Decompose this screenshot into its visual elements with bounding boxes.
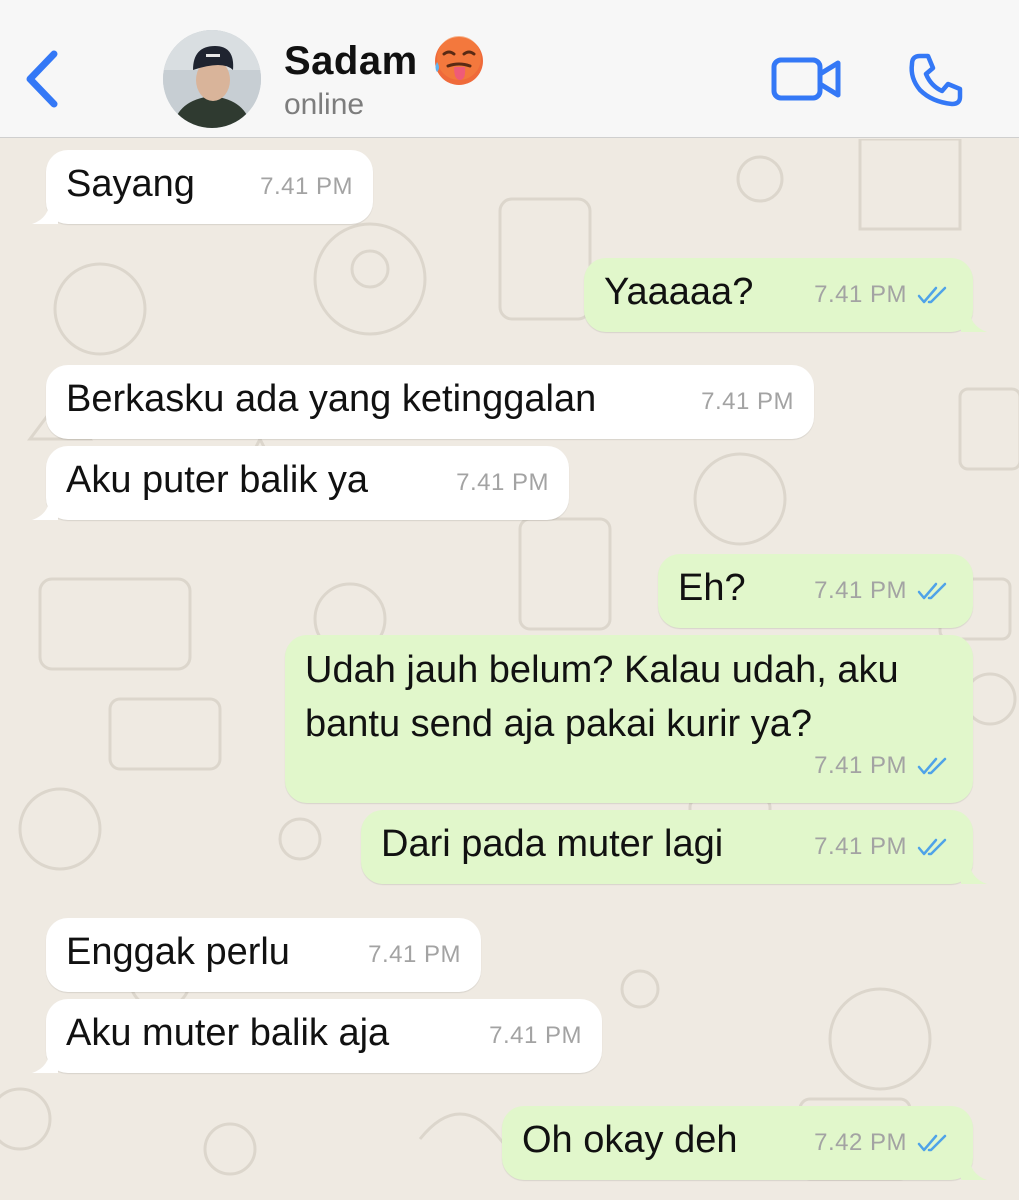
video-call-icon[interactable] (770, 54, 844, 104)
message-time: 7.41 PM (814, 752, 907, 779)
read-double-tick-icon (917, 757, 947, 775)
message-list[interactable]: Sayang 7.41 PM Yaaaaa? 7.41 PM Berkasku … (0, 139, 1019, 1200)
message-bubble-incoming[interactable]: Sayang 7.41 PM (32, 150, 373, 224)
message-bubble-outgoing[interactable]: Yaaaaa? 7.41 PM (584, 258, 987, 332)
contact-name[interactable]: Sadam (284, 39, 418, 84)
hot-face-emoji-icon (434, 36, 483, 85)
message-text: Dari pada muter lagi (381, 823, 724, 865)
message-text: Aku puter balik ya (66, 459, 369, 501)
bubble-tail (32, 198, 58, 224)
message-text-line: Udah jauh belum? Kalau udah, aku (305, 649, 899, 691)
message-bubble-incoming[interactable]: Aku muter balik aja 7.41 PM (32, 999, 602, 1073)
message-text: Oh okay deh (522, 1119, 738, 1161)
message-time: 7.41 PM (814, 577, 907, 604)
message-text: Enggak perlu (66, 931, 290, 973)
message-time: 7.41 PM (260, 173, 353, 200)
bubble-tail (961, 1154, 987, 1180)
message-time: 7.42 PM (814, 1129, 907, 1156)
message-text: Aku muter balik aja (66, 1012, 390, 1054)
message-time: 7.41 PM (701, 388, 794, 415)
message-bubble-outgoing[interactable]: Udah jauh belum? Kalau udah, aku bantu s… (285, 635, 973, 803)
message-time: 7.41 PM (489, 1022, 582, 1049)
message-text: Yaaaaa? (604, 271, 754, 313)
message-time: 7.41 PM (456, 469, 549, 496)
message-bubble-incoming[interactable]: Enggak perlu 7.41 PM (46, 918, 481, 992)
message-text: Eh? (678, 567, 746, 609)
message-bubble-incoming[interactable]: Berkasku ada yang ketinggalan 7.41 PM (46, 365, 814, 439)
bubble-tail (32, 494, 58, 520)
chat-header: Sadam online (0, 0, 1019, 138)
message-time: 7.41 PM (814, 281, 907, 308)
read-double-tick-icon (917, 582, 947, 600)
message-text: Berkasku ada yang ketinggalan (66, 378, 597, 420)
message-text: Sayang (66, 163, 195, 205)
message-text-line: bantu send aja pakai kurir ya? (305, 703, 812, 745)
bubble-tail (32, 1047, 58, 1073)
bubble-tail (961, 306, 987, 332)
bubble-tail (961, 858, 987, 884)
message-bubble-outgoing[interactable]: Eh? 7.41 PM (658, 554, 973, 628)
message-time: 7.41 PM (814, 833, 907, 860)
read-double-tick-icon (917, 286, 947, 304)
read-double-tick-icon (917, 838, 947, 856)
back-chevron-icon[interactable] (22, 48, 62, 110)
message-bubble-outgoing[interactable]: Oh okay deh 7.42 PM (502, 1106, 987, 1180)
phone-call-icon[interactable] (906, 50, 966, 110)
message-time: 7.41 PM (368, 941, 461, 968)
message-bubble-outgoing[interactable]: Dari pada muter lagi 7.41 PM (361, 810, 987, 884)
read-double-tick-icon (917, 1134, 947, 1152)
contact-avatar[interactable] (163, 30, 261, 128)
contact-status: online (284, 88, 365, 121)
message-bubble-incoming[interactable]: Aku puter balik ya 7.41 PM (32, 446, 569, 520)
